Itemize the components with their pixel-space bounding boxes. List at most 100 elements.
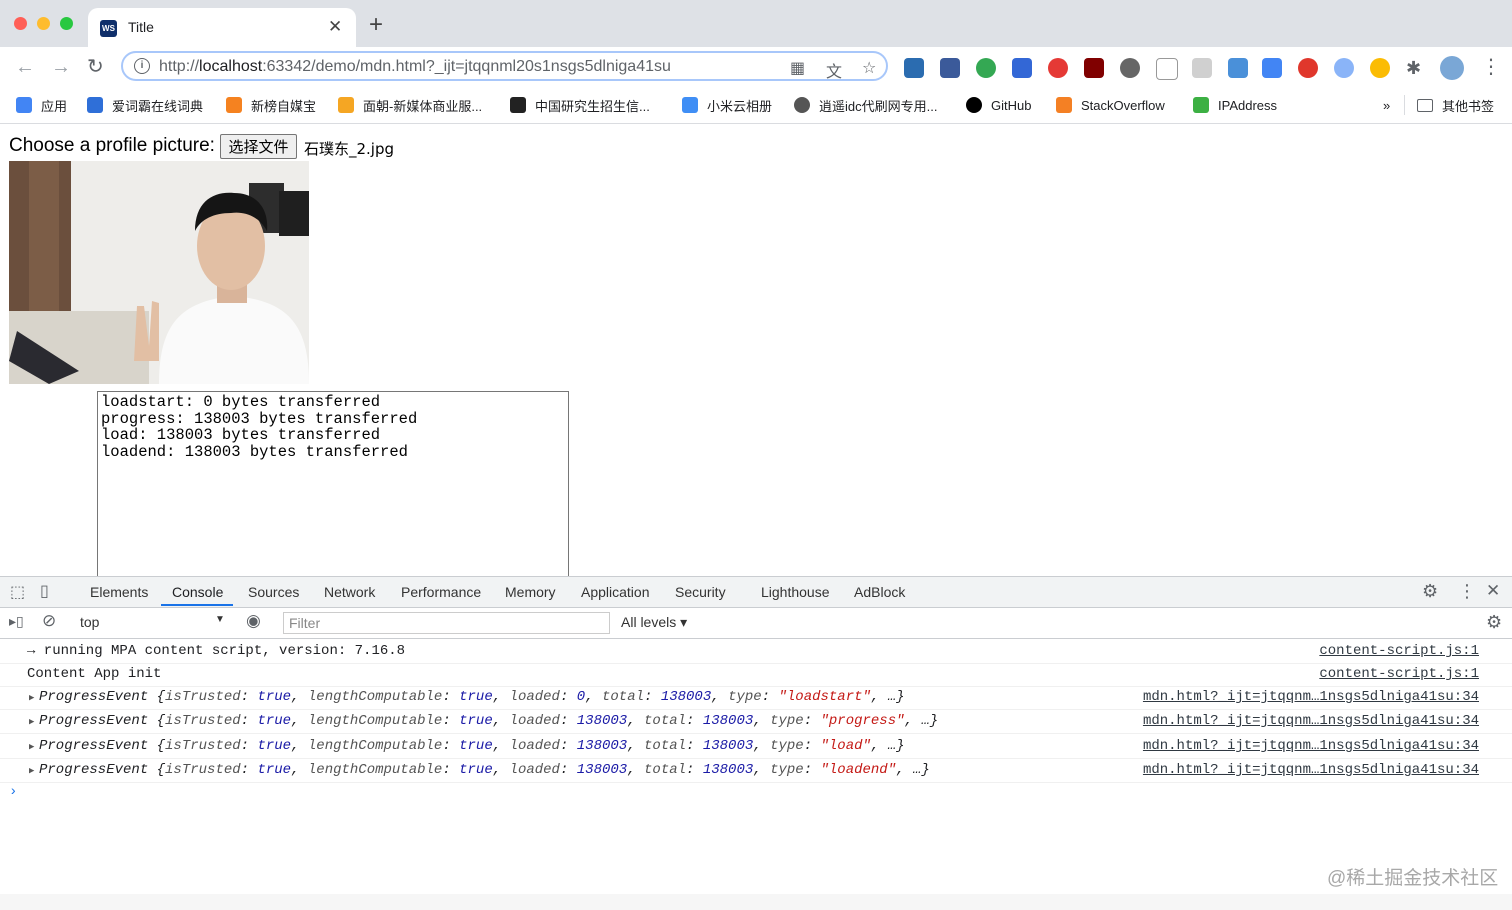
bookmark-apps[interactable]: 应用 xyxy=(16,95,67,115)
extension-icon[interactable] xyxy=(976,58,996,78)
maximize-window-button[interactable] xyxy=(60,17,73,30)
webstorm-icon: WS xyxy=(100,20,117,37)
tab-lighthouse[interactable]: Lighthouse xyxy=(761,584,830,600)
bookmark-item[interactable]: GitHub xyxy=(966,95,1031,115)
bookmark-item[interactable]: 爱词霸在线词典 xyxy=(87,95,203,115)
forward-icon[interactable]: → xyxy=(51,55,71,79)
sidebar-toggle-icon[interactable]: ▸▯ xyxy=(9,613,24,630)
avatar[interactable] xyxy=(1440,56,1464,80)
expand-triangle-icon[interactable]: ▶ xyxy=(29,760,34,782)
console-source-link[interactable]: mdn.html?_ijt=jtqqnm…1nsgs5dlniga41su:34 xyxy=(1143,710,1479,732)
globe-icon xyxy=(794,97,810,113)
tab-network[interactable]: Network xyxy=(324,584,375,600)
qr-code-icon[interactable]: ▦ xyxy=(790,58,805,78)
console-message: Content App init xyxy=(27,666,162,682)
more-options-icon[interactable]: ⋮ xyxy=(1458,581,1476,602)
tab-adblock[interactable]: AdBlock xyxy=(854,584,905,600)
watermark: @稀土掘金技术社区 xyxy=(1327,868,1499,889)
extension-icon[interactable] xyxy=(1012,58,1032,78)
tab-sources[interactable]: Sources xyxy=(248,584,299,600)
bookmark-item[interactable]: IPAddress xyxy=(1193,95,1277,115)
folder-icon xyxy=(1417,98,1433,112)
tab-security[interactable]: Security xyxy=(675,584,726,600)
choose-picture-label: Choose a profile picture: xyxy=(9,135,215,156)
console-object: ProgressEvent {isTrusted: true, lengthCo… xyxy=(39,738,905,754)
console-source-link[interactable]: content-script.js:1 xyxy=(1319,640,1479,662)
back-icon[interactable]: ← xyxy=(15,55,35,79)
menu-icon[interactable]: ⋮ xyxy=(1481,55,1501,79)
tab-console[interactable]: Console xyxy=(172,584,223,600)
bookmark-item[interactable]: 新榜自媒宝 xyxy=(226,95,316,115)
tab-application[interactable]: Application xyxy=(581,584,650,600)
ublock-icon[interactable] xyxy=(1084,58,1104,78)
close-devtools-icon[interactable]: ✕ xyxy=(1486,581,1500,601)
newrank-icon xyxy=(226,97,242,113)
address-bar[interactable]: i http://localhost:63342/demo/mdn.html?_… xyxy=(121,51,888,81)
chrome-icon[interactable] xyxy=(1370,58,1390,78)
bookmark-item[interactable]: 逍遥idc代刷网专用... xyxy=(794,95,937,115)
console-source-link[interactable]: mdn.html?_ijt=jtqqnm…1nsgs5dlniga41su:34 xyxy=(1143,686,1479,708)
expand-triangle-icon[interactable]: ▶ xyxy=(29,711,34,733)
extension-icon[interactable] xyxy=(1334,58,1354,78)
log-levels-dropdown[interactable]: All levels ▾ xyxy=(621,614,687,631)
extension-icon[interactable] xyxy=(904,58,924,78)
console-source-link[interactable]: content-script.js:1 xyxy=(1319,663,1479,685)
extension-icon[interactable] xyxy=(940,58,960,78)
new-tab-button[interactable]: + xyxy=(369,13,383,37)
minimize-window-button[interactable] xyxy=(37,17,50,30)
toolbar: ← → ↻ i http://localhost:63342/demo/mdn.… xyxy=(0,47,1512,87)
reload-icon[interactable]: ↻ xyxy=(87,55,104,79)
bookmark-item[interactable]: 面朝-新媒体商业服... xyxy=(338,95,482,115)
console-settings-gear-icon[interactable]: ⚙ xyxy=(1486,612,1502,633)
eye-icon[interactable]: ◉ xyxy=(246,611,261,631)
google-translate-icon[interactable] xyxy=(1262,58,1282,78)
browser-tab[interactable]: WS Title ✕ xyxy=(88,8,356,47)
console-source-link[interactable]: mdn.html?_ijt=jtqqnm…1nsgs5dlniga41su:34 xyxy=(1143,735,1479,757)
selected-file-name: 石璞东_2.jpg xyxy=(304,140,395,158)
extension-icon[interactable] xyxy=(1228,58,1248,78)
log-line: load: 138003 bytes transferred xyxy=(101,426,381,445)
close-window-button[interactable] xyxy=(14,17,27,30)
ipaddress-icon xyxy=(1193,97,1209,113)
extension-icon[interactable] xyxy=(1048,58,1068,78)
expand-triangle-icon[interactable]: ▶ xyxy=(29,736,34,758)
bookmarks-overflow-button[interactable]: » xyxy=(1383,95,1390,115)
github-icon xyxy=(966,97,982,113)
console-source-link[interactable]: mdn.html?_ijt=jtqqnm…1nsgs5dlniga41su:34 xyxy=(1143,759,1479,781)
bookmark-item[interactable]: 小米云相册 xyxy=(682,95,772,115)
console-row[interactable]: ▶ ProgressEvent {isTrusted: true, lengthC… xyxy=(0,685,1512,710)
log-line: loadend: 138003 bytes transferred xyxy=(101,443,408,462)
console-row[interactable]: ▶ ProgressEvent {isTrusted: true, lengthC… xyxy=(0,709,1512,734)
console-prompt[interactable]: › xyxy=(9,784,17,800)
extension-icon[interactable] xyxy=(1192,58,1212,78)
expand-triangle-icon[interactable]: ▶ xyxy=(29,687,34,709)
stackoverflow-icon xyxy=(1056,97,1072,113)
bookmark-item[interactable]: StackOverflow xyxy=(1056,95,1165,115)
console-row[interactable]: ▶ ProgressEvent {isTrusted: true, lengthC… xyxy=(0,734,1512,759)
tab-performance[interactable]: Performance xyxy=(401,584,481,600)
choose-file-button[interactable]: 选择文件 xyxy=(220,134,297,159)
url-text[interactable]: http://localhost:63342/demo/mdn.html?_ij… xyxy=(159,58,671,76)
bookmark-star-icon[interactable]: ☆ xyxy=(862,58,876,78)
tab-elements[interactable]: Elements xyxy=(90,584,148,600)
inspect-element-icon[interactable]: ⬚ xyxy=(10,582,25,602)
translate-icon[interactable]: 文 xyxy=(826,58,842,82)
other-bookmarks[interactable]: 其他书签 xyxy=(1404,95,1494,115)
puzzle-icon[interactable]: ✱ xyxy=(1406,58,1426,78)
console-filter-input[interactable]: Filter xyxy=(283,612,610,634)
console-row: Content App init content-script.js:1 xyxy=(0,662,1512,687)
console-row[interactable]: ▶ ProgressEvent {isTrusted: true, lengthC… xyxy=(0,758,1512,783)
tab-memory[interactable]: Memory xyxy=(505,584,556,600)
weibo-icon[interactable] xyxy=(1298,58,1318,78)
info-icon[interactable]: i xyxy=(134,58,150,74)
clear-console-icon[interactable]: ⊘ xyxy=(42,611,56,631)
device-toolbar-icon[interactable]: ▯ xyxy=(40,581,49,601)
json-icon[interactable] xyxy=(1156,58,1178,80)
bookmark-item[interactable]: 中国研究生招生信... xyxy=(510,95,650,115)
gear-icon[interactable]: ⚙ xyxy=(1422,581,1438,602)
close-tab-icon[interactable]: ✕ xyxy=(328,17,342,37)
context-selector[interactable]: top ▼ xyxy=(72,611,230,633)
extension-icon[interactable] xyxy=(1120,58,1140,78)
upload-event-log[interactable]: loadstart: 0 bytes transferred progress:… xyxy=(97,391,569,591)
devtools-panel: ⬚ ▯ Elements Console Sources Network Per… xyxy=(0,576,1512,910)
